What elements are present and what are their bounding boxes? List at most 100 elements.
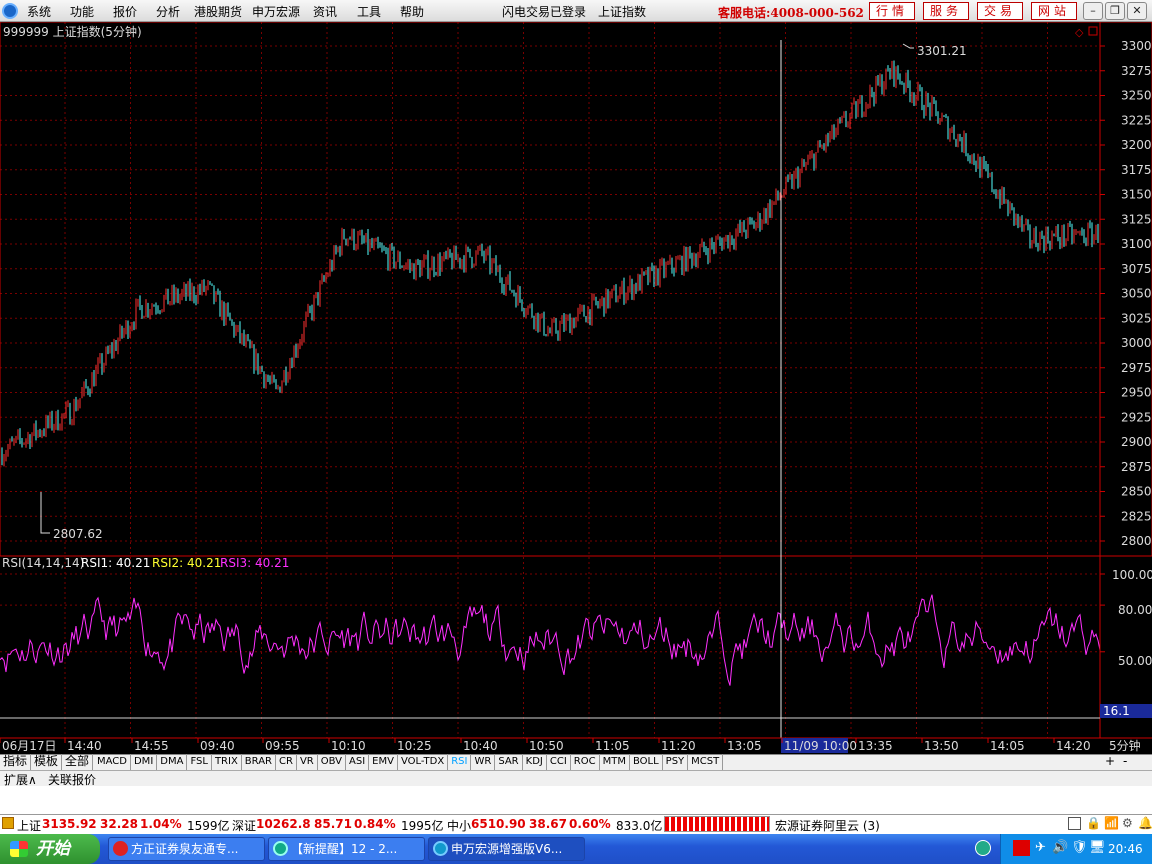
left-tab-1[interactable]: 模板 bbox=[31, 754, 63, 770]
menu-quote[interactable]: 报价 bbox=[113, 3, 137, 20]
price-tick-label: 3175 bbox=[1121, 163, 1152, 177]
price-tick-label: 3100 bbox=[1121, 237, 1152, 251]
indicator-tab-dmi[interactable]: DMI bbox=[131, 754, 158, 770]
price-tick-label: 3300 bbox=[1121, 39, 1152, 53]
sme-index-pct: 0.60% bbox=[569, 817, 611, 831]
zoom-in-button[interactable]: + bbox=[1105, 754, 1115, 768]
high-marker bbox=[902, 43, 914, 49]
price-panel-border bbox=[0, 22, 1152, 557]
price-tick-label: 2850 bbox=[1121, 485, 1152, 499]
left-tab-2[interactable]: 全部 bbox=[62, 754, 94, 770]
website-button[interactable]: 网站 bbox=[1031, 2, 1077, 20]
time-axis bbox=[0, 738, 1152, 755]
time-label: 13:05 bbox=[727, 739, 762, 753]
ime-icon[interactable] bbox=[1013, 840, 1030, 856]
time-label: 14:55 bbox=[134, 739, 169, 753]
panel-maximize-icon[interactable] bbox=[1088, 26, 1098, 36]
indicator-tab-brar[interactable]: BRAR bbox=[242, 754, 276, 770]
left-tab-0[interactable]: 指标 bbox=[0, 754, 32, 770]
market-button[interactable]: 行情 bbox=[869, 2, 915, 20]
sub-tab-bar bbox=[0, 770, 1152, 786]
close-button[interactable]: ✕ bbox=[1127, 2, 1147, 20]
trade-login-status: 闪电交易已登录 bbox=[502, 5, 587, 19]
settings-icon[interactable]: ⚙ bbox=[1122, 816, 1133, 830]
low-marker bbox=[40, 492, 50, 534]
rsi-title: RSI(14,14,14) bbox=[2, 556, 84, 570]
indicator-tab-rsi[interactable]: RSI bbox=[448, 754, 472, 770]
menu-help[interactable]: 帮助 bbox=[400, 3, 424, 20]
rsi-tick-50: 50.00 bbox=[1118, 654, 1152, 668]
time-label: 10:25 bbox=[397, 739, 432, 753]
sh-index-name: 上证 bbox=[17, 819, 42, 833]
indicator-tab-cci[interactable]: CCI bbox=[547, 754, 571, 770]
indicator-tab-fsl[interactable]: FSL bbox=[187, 754, 212, 770]
indicator-tab-sar[interactable]: SAR bbox=[495, 754, 523, 770]
price-tick-label: 2800 bbox=[1121, 534, 1152, 548]
price-tick-label: 3225 bbox=[1121, 113, 1152, 127]
taskbar-item-fzzq[interactable]: 方正证券泉友通专... bbox=[108, 837, 265, 861]
indicator-tab-macd[interactable]: MACD bbox=[94, 754, 131, 770]
panel-collapse-icon[interactable]: ◇ bbox=[1075, 26, 1084, 39]
restore-button[interactable]: ❐ bbox=[1105, 2, 1125, 20]
time-label: 11:20 bbox=[661, 739, 696, 753]
indicator-tab-asi[interactable]: ASI bbox=[346, 754, 370, 770]
price-tick-label: 3200 bbox=[1121, 138, 1152, 152]
menu-swhy[interactable]: 申万宏源 bbox=[252, 3, 300, 20]
minimize-button[interactable]: – bbox=[1083, 2, 1103, 20]
menu-function[interactable]: 功能 bbox=[70, 3, 94, 20]
price-tick-label: 2950 bbox=[1121, 386, 1152, 400]
market-breadth-bar bbox=[664, 816, 770, 832]
menu-system[interactable]: 系统 bbox=[27, 3, 51, 20]
time-label: 11/09 10:00 bbox=[784, 739, 857, 753]
period-selector[interactable]: 5分钟 bbox=[1109, 738, 1141, 753]
left-tab-group: 指标 模板 全部 bbox=[0, 754, 94, 770]
indicator-tab-vr[interactable]: VR bbox=[297, 754, 318, 770]
volume-icon[interactable]: 🔊 bbox=[1052, 840, 1068, 855]
zoom-out-button[interactable]: - bbox=[1123, 754, 1127, 768]
indicator-tab-mtm[interactable]: MTM bbox=[600, 754, 630, 770]
server-name: 宏源证券阿里云 (3) bbox=[775, 819, 880, 833]
time-label: 14:20 bbox=[1056, 739, 1091, 753]
indicator-tab-trix[interactable]: TRIX bbox=[212, 754, 242, 770]
indicator-tab-boll[interactable]: BOLL bbox=[630, 754, 663, 770]
indicator-tab-roc[interactable]: ROC bbox=[571, 754, 600, 770]
lock-icon[interactable]: 🔒 bbox=[1086, 816, 1101, 830]
price-tick-label: 3275 bbox=[1121, 64, 1152, 78]
low-label: 2807.62 bbox=[53, 527, 103, 541]
antivirus-icon[interactable]: 🛡 bbox=[1071, 840, 1088, 855]
menu-news[interactable]: 资讯 bbox=[313, 3, 337, 20]
indicator-tab-vol-tdx[interactable]: VOL-TDX bbox=[398, 754, 449, 770]
price-tick-label: 3025 bbox=[1121, 311, 1152, 325]
menu-tools[interactable]: 工具 bbox=[357, 3, 381, 20]
indicator-tab-dma[interactable]: DMA bbox=[157, 754, 188, 770]
monitor-icon[interactable]: 🖥 bbox=[1089, 840, 1106, 855]
sz-index-change: 85.71 bbox=[314, 817, 352, 831]
rsi3-value: RSI3: 40.21 bbox=[220, 556, 289, 570]
price-tick-label: 2875 bbox=[1121, 460, 1152, 474]
browser-icon bbox=[273, 841, 288, 856]
menu-hk-futures[interactable]: 港股期货 bbox=[194, 3, 242, 20]
service-hotline: 客服电话:4008-000-562 bbox=[718, 6, 864, 20]
taskbar-item-swhy[interactable]: 申万宏源增强版V6... bbox=[428, 837, 585, 861]
taskbar-item-browser[interactable]: 【新提醒】12 - 2... bbox=[268, 837, 425, 861]
app-logo-icon[interactable] bbox=[2, 3, 18, 19]
indicator-tab-kdj[interactable]: KDJ bbox=[523, 754, 547, 770]
indicator-tab-psy[interactable]: PSY bbox=[663, 754, 689, 770]
alert-icon[interactable]: 🔔 bbox=[1138, 816, 1152, 830]
indicator-tab-emv[interactable]: EMV bbox=[369, 754, 398, 770]
trade-button[interactable]: 交易 bbox=[977, 2, 1023, 20]
sh-index-amount: 1599亿 bbox=[187, 819, 230, 833]
menu-analysis[interactable]: 分析 bbox=[156, 3, 180, 20]
current-symbol-name: 上证指数 bbox=[598, 5, 647, 19]
indicator-tab-cr[interactable]: CR bbox=[276, 754, 297, 770]
layout-icon[interactable] bbox=[1068, 817, 1081, 830]
chart-area[interactable]: 999999 上证指数(5分钟) ◇ 3301.21 2807.62 33003… bbox=[0, 22, 1152, 814]
service-button[interactable]: 服务 bbox=[923, 2, 969, 20]
indicator-tab-obv[interactable]: OBV bbox=[318, 754, 346, 770]
network-icon[interactable]: ✈ bbox=[1035, 840, 1046, 855]
indicator-tab-mcst[interactable]: MCST bbox=[688, 754, 724, 770]
help-tray-icon[interactable] bbox=[975, 840, 991, 856]
time-label: 09:40 bbox=[200, 739, 235, 753]
sh-index-value: 3135.92 bbox=[42, 817, 97, 831]
indicator-tab-wr[interactable]: WR bbox=[471, 754, 496, 770]
